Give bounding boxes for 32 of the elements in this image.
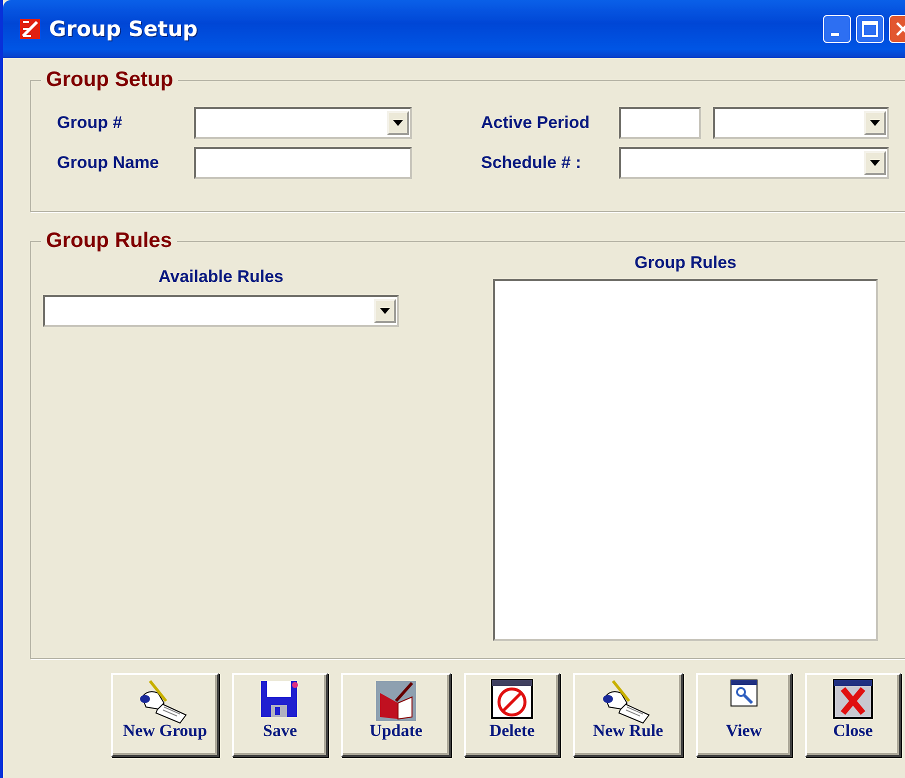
text-field[interactable] — [194, 147, 412, 179]
field-label: Group Name — [57, 153, 160, 173]
list-label: Group Rules — [633, 253, 738, 273]
toolbar-button[interactable]: View — [696, 673, 792, 757]
field-label: Group # — [57, 113, 124, 133]
toolbar-button[interactable]: New Group — [111, 673, 219, 757]
magnifier-icon — [730, 679, 758, 707]
field-label: Available Rules — [157, 267, 285, 287]
field-label: Active Period — [481, 113, 591, 133]
field-label: Schedule # : — [481, 153, 582, 173]
maximize-button[interactable] — [856, 15, 884, 43]
no-entry-icon — [491, 679, 533, 719]
toolbar-button[interactable]: Save — [232, 673, 328, 757]
app-icon — [19, 18, 41, 40]
minimize-icon — [831, 32, 839, 36]
toolbar-button[interactable]: New Rule — [573, 673, 683, 757]
section-title: Group Setup — [45, 68, 174, 92]
close-icon — [833, 679, 873, 719]
text-field[interactable] — [619, 107, 701, 139]
toolbar-button[interactable]: Update — [341, 673, 451, 757]
dropdown-field[interactable] — [713, 107, 889, 139]
dropdown-field[interactable] — [194, 107, 412, 139]
minimize-button[interactable] — [823, 15, 851, 43]
toolbar-button[interactable]: Close — [805, 673, 901, 757]
maximize-icon — [862, 21, 878, 37]
dropdown-field[interactable] — [43, 295, 399, 327]
floppy-disk-icon — [259, 679, 301, 719]
section-title: Group Rules — [45, 229, 174, 253]
window-title: Group Setup — [49, 17, 199, 41]
toolbar-button[interactable]: Delete — [464, 673, 560, 757]
dropdown-field[interactable] — [619, 147, 889, 179]
notebook-icon — [374, 679, 418, 723]
